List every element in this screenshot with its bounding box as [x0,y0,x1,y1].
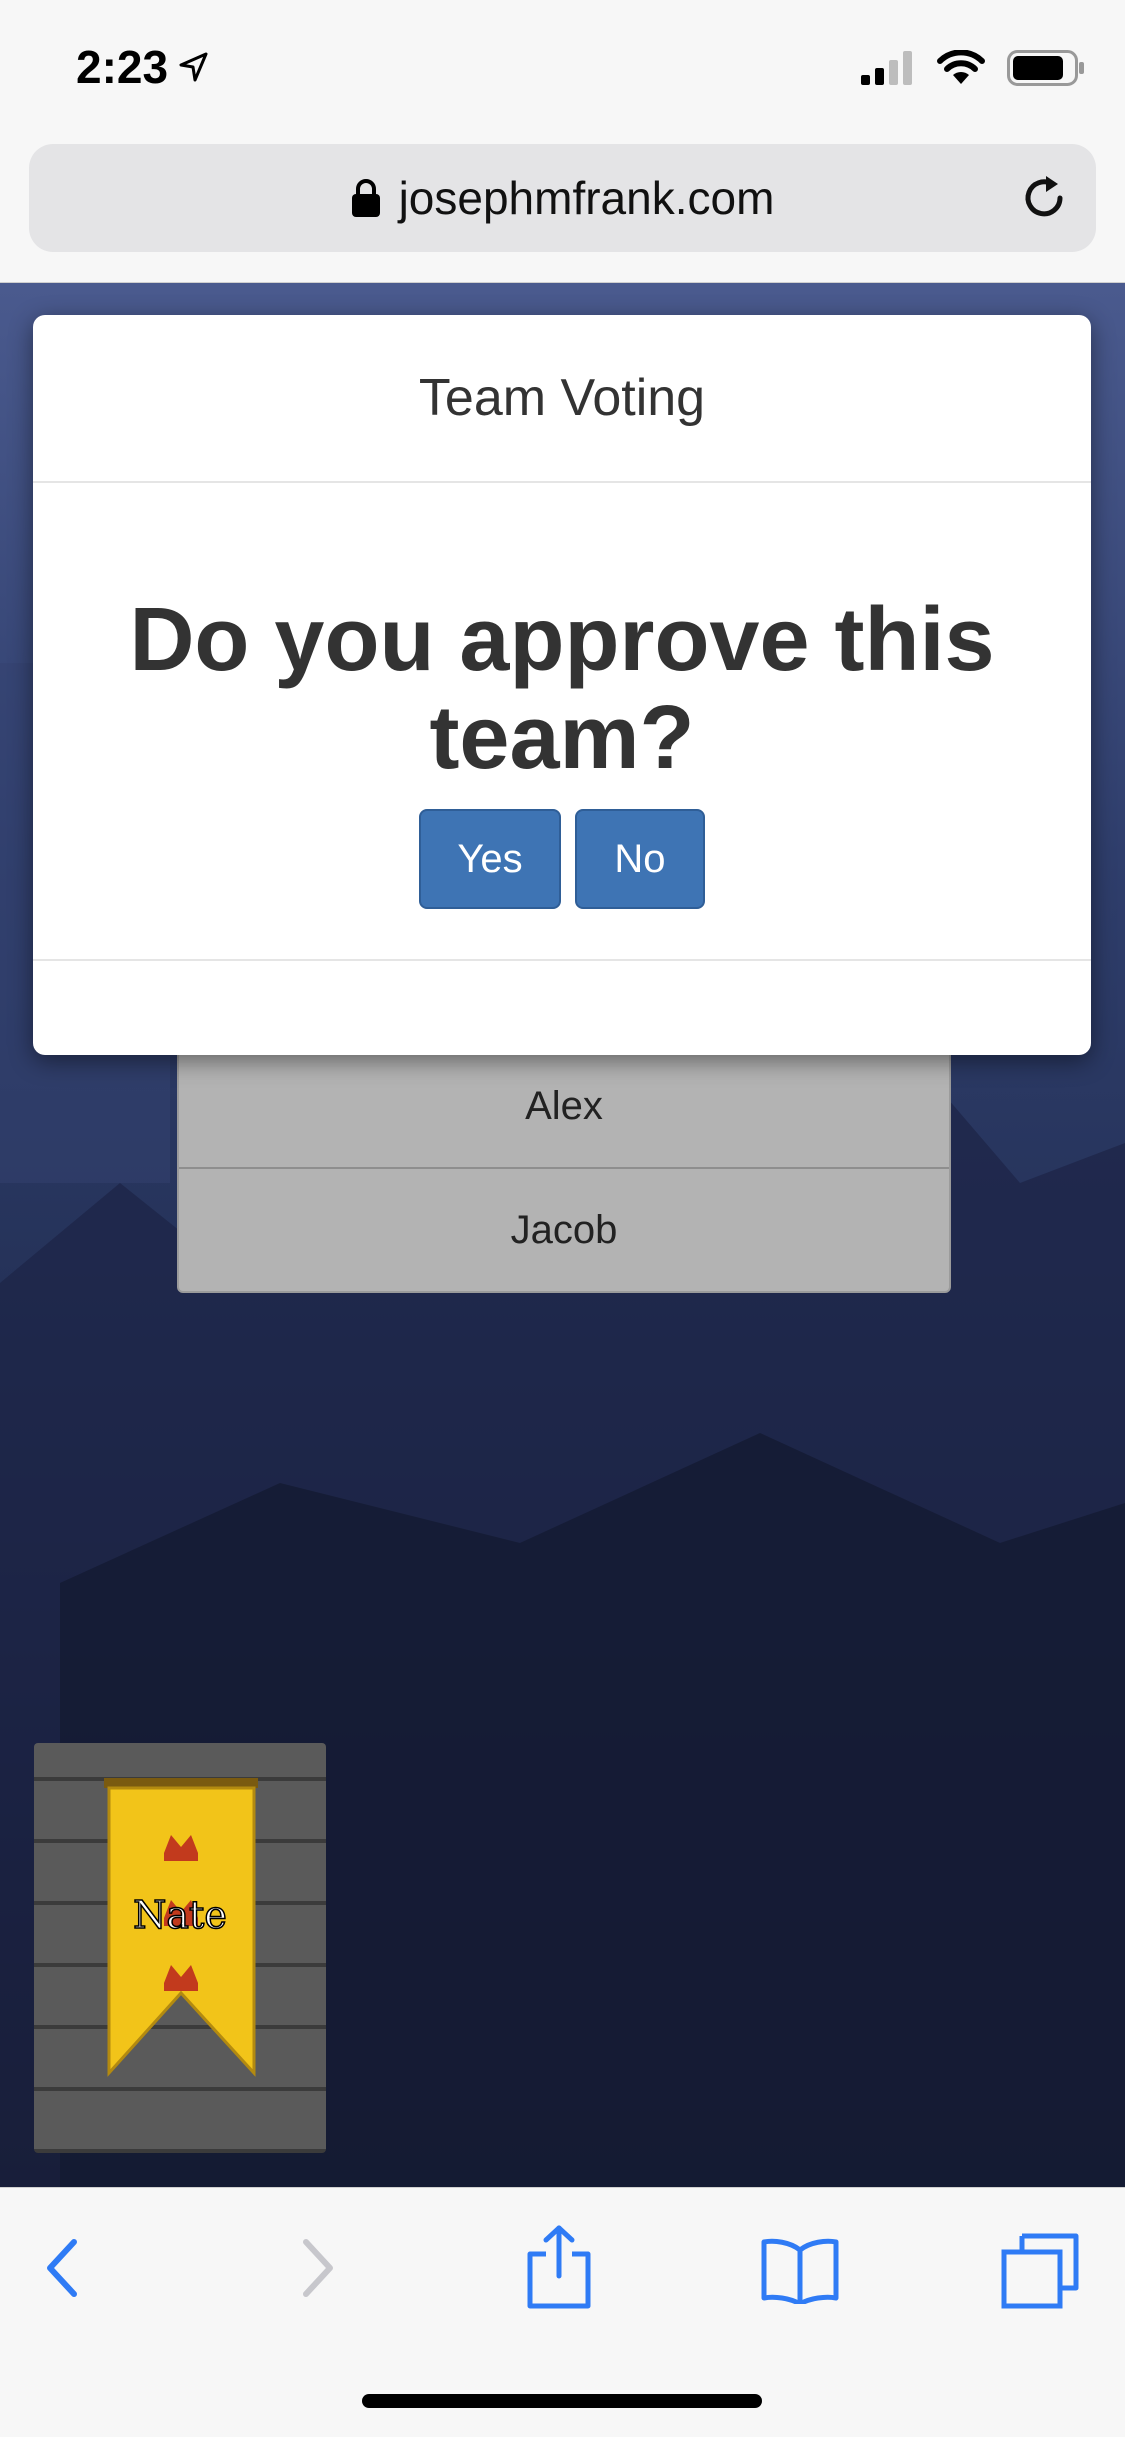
forward-icon[interactable] [296,2232,336,2304]
team-voting-modal: Team Voting Do you approve this team? Ye… [33,315,1091,1055]
lock-icon [351,179,380,217]
player-card[interactable]: Nate [34,1743,326,2153]
signal-icon [861,51,912,85]
address-bar[interactable]: josephmfrank.com [29,144,1096,252]
share-icon[interactable] [524,2224,594,2310]
clock-text: 2:23 [76,41,169,93]
yes-button[interactable]: Yes [419,809,561,909]
back-icon[interactable] [44,2232,84,2304]
player-row: Jacob [179,1167,949,1291]
game-background: Alex Jacob Nate Team Voting Do you appro… [0,283,1125,2187]
tabs-icon[interactable] [1000,2232,1080,2310]
battery-icon [1007,50,1084,86]
player-row: Alex [525,1083,603,1128]
home-indicator[interactable] [362,2394,762,2408]
status-indicators [861,50,1085,86]
team-player-list: Alex Jacob [177,1043,951,1293]
status-time: 2:23 [76,40,210,94]
vote-buttons: Yes No [33,809,1091,909]
no-button[interactable]: No [575,809,705,909]
status-bar: 2:23 [0,0,1125,138]
banner-icon [104,1778,258,2077]
reload-icon[interactable] [1018,172,1070,224]
bookmarks-icon[interactable] [760,2236,840,2304]
location-arrow-icon [179,52,208,82]
approve-question: Do you approve this team? [129,590,995,788]
url-text: josephmfrank.com [398,172,775,224]
wifi-icon [937,50,985,84]
modal-body: Do you approve this team? Yes No [33,483,1091,961]
player-name: Nate [132,1892,227,1938]
modal-title: Team Voting [33,315,1091,483]
modal-footer [33,961,1091,1055]
